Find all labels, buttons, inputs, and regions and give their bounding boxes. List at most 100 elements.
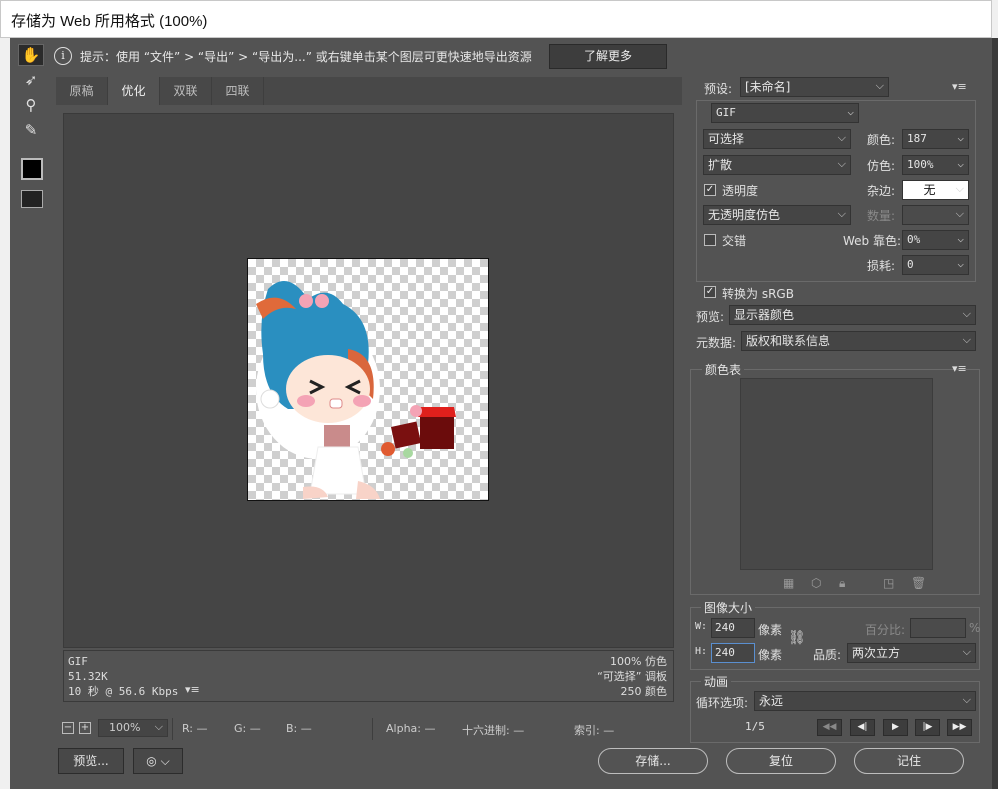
remember-button[interactable]: 记住 [854,748,964,774]
toggle-slices-icon[interactable] [21,190,43,208]
preset-menu-icon[interactable]: ▾≡ [952,80,967,93]
image-size-title: 图像大小 [701,599,756,616]
colors-label: 颜色: [867,133,896,147]
preview-image[interactable] [247,258,489,501]
zoom-out-icon[interactable]: − [62,722,74,734]
dither-input[interactable]: 100% [902,155,969,175]
info-format: GIF [68,655,88,668]
lock-icon[interactable]: 🔒︎ [839,576,845,591]
tool-column: ✋ ➶ ⚲ ✎ [12,40,50,218]
metadata-select[interactable]: 版权和联系信息 [741,331,976,351]
link-icon[interactable]: ⛓︎ [788,630,806,646]
convert-srgb-checkbox[interactable]: ✓ [704,286,716,298]
dither-algorithm-select[interactable]: 扩散 [703,155,851,175]
transparency-checkbox[interactable]: ✓ [704,184,716,196]
interlaced-checkbox[interactable] [704,234,716,246]
browser-icon: ◎ ⌵ [146,754,170,768]
width-unit: 像素 [758,623,783,637]
window-title: 存储为 Web 所用格式 (100%) [11,13,208,30]
info-download-time: 10 秒 @ 56.6 Kbps [68,685,179,698]
character-illustration [256,281,456,499]
lossy-label: 损耗: [867,259,896,273]
frame-counter: 1/5 [745,720,765,733]
websnap-label: Web 靠色: [843,234,902,248]
tab-original[interactable]: 原稿 [56,77,108,105]
height-label: H: [695,646,708,657]
height-input[interactable]: 240 [711,643,755,663]
transparency-label: 透明度 [722,184,759,198]
divider [172,718,173,740]
colors-input[interactable]: 187 [902,129,969,149]
eyedropper-color-swatch[interactable] [21,158,43,180]
quality-select[interactable]: 两次立方 [847,643,976,663]
slice-select-icon[interactable]: ➶ [18,69,44,91]
preset-select[interactable]: [未命名] [740,77,889,97]
status-bar: − + 100% ⌵ R: — G: — B: — Alpha: — 十六进制: … [56,716,682,742]
index-readout: 索引: — [574,724,615,737]
websnap-input[interactable]: 0% [902,230,969,250]
hint-bar: i 提示：使用 “文件” > “导出” > “导出为...” 或右键单击某个图层… [52,42,680,72]
color-reduction-select[interactable]: 可选择 [703,129,851,149]
reset-button[interactable]: 复位 [726,748,836,774]
web-snap-icon[interactable]: ⬡ [811,576,821,590]
zoom-in-icon[interactable]: + [79,722,91,734]
eyedropper-icon[interactable]: ✎ [18,119,44,141]
optimization-info: GIF 51.32K 10 秒 @ 56.6 Kbps ▾≡ 100% 仿色 “… [63,650,674,702]
download-menu-icon[interactable]: ▾≡ [185,683,200,696]
next-frame-icon[interactable]: |▶ [915,719,940,736]
save-button[interactable]: 存储... [598,748,708,774]
metadata-label: 元数据: [696,336,737,350]
color-table-menu-icon[interactable]: ▾≡ [952,362,967,375]
preset-label: 预设: [704,82,733,96]
web-shift-icon[interactable]: ▦ [783,576,794,590]
previous-frame-icon[interactable]: ◀| [850,719,875,736]
red-readout: R: — [182,722,208,735]
info-icon: i [54,47,72,65]
info-dither: 100% 仿色 [610,655,667,668]
matte-label: 杂边: [867,184,896,198]
height-unit: 像素 [758,648,783,662]
zoom-select[interactable]: 100% ⌵ [98,719,168,737]
color-table-grid[interactable] [740,378,933,570]
dither-label: 仿色: [867,159,896,173]
width-input[interactable]: 240 [711,618,755,638]
matte-select[interactable]: 无 [902,180,969,200]
browser-preview-button[interactable]: ◎ ⌵ [133,748,183,774]
last-frame-icon[interactable]: ▶▶ [947,719,972,736]
play-icon[interactable]: ▶ [883,719,908,736]
percent-label: 百分比: [865,623,906,637]
hint-text: 提示：使用 “文件” > “导出” > “导出为...” 或右键单击某个图层可更… [80,50,532,64]
color-table-title: 颜色表 [702,361,745,378]
info-file-size: 51.32K [68,670,108,683]
format-select[interactable]: GIF [711,103,859,123]
zoom-icon[interactable]: ⚲ [18,94,44,116]
quality-label: 品质: [813,648,842,662]
green-readout: G: — [234,722,261,735]
animation-title: 动画 [701,673,732,690]
divider [372,718,373,740]
convert-srgb-label: 转换为 sRGB [722,287,794,301]
lossy-input[interactable]: 0 [902,255,969,275]
tab-2up[interactable]: 双联 [160,77,212,105]
transparency-dither-select[interactable]: 无透明度仿色 [703,205,851,225]
new-color-icon[interactable]: ◳ [883,576,894,590]
hex-readout: 十六进制: — [462,724,525,737]
tab-4up[interactable]: 四联 [212,77,264,105]
amount-label: 数量: [867,209,896,223]
preview-mode-select[interactable]: 显示器颜色 [729,305,976,325]
info-palette: “可选择” 调板 [597,670,667,683]
loop-select[interactable]: 永远 [754,691,976,711]
alpha-readout: Alpha: — [386,722,436,735]
hand-icon[interactable]: ✋ [18,44,44,66]
title-bar: 存储为 Web 所用格式 (100%) [0,0,992,38]
first-frame-icon[interactable]: ◀◀ [817,719,842,736]
window-edge [992,38,998,789]
blue-readout: B: — [286,722,312,735]
learn-more-button[interactable]: 了解更多 [549,44,667,69]
amount-input [902,205,969,225]
chevron-down-icon: ⌵ [154,720,163,733]
width-label: W: [695,621,708,632]
preview-button[interactable]: 预览... [58,748,124,774]
trash-icon[interactable]: 🗑︎ [911,576,926,590]
tab-optimized[interactable]: 优化 [108,77,160,105]
